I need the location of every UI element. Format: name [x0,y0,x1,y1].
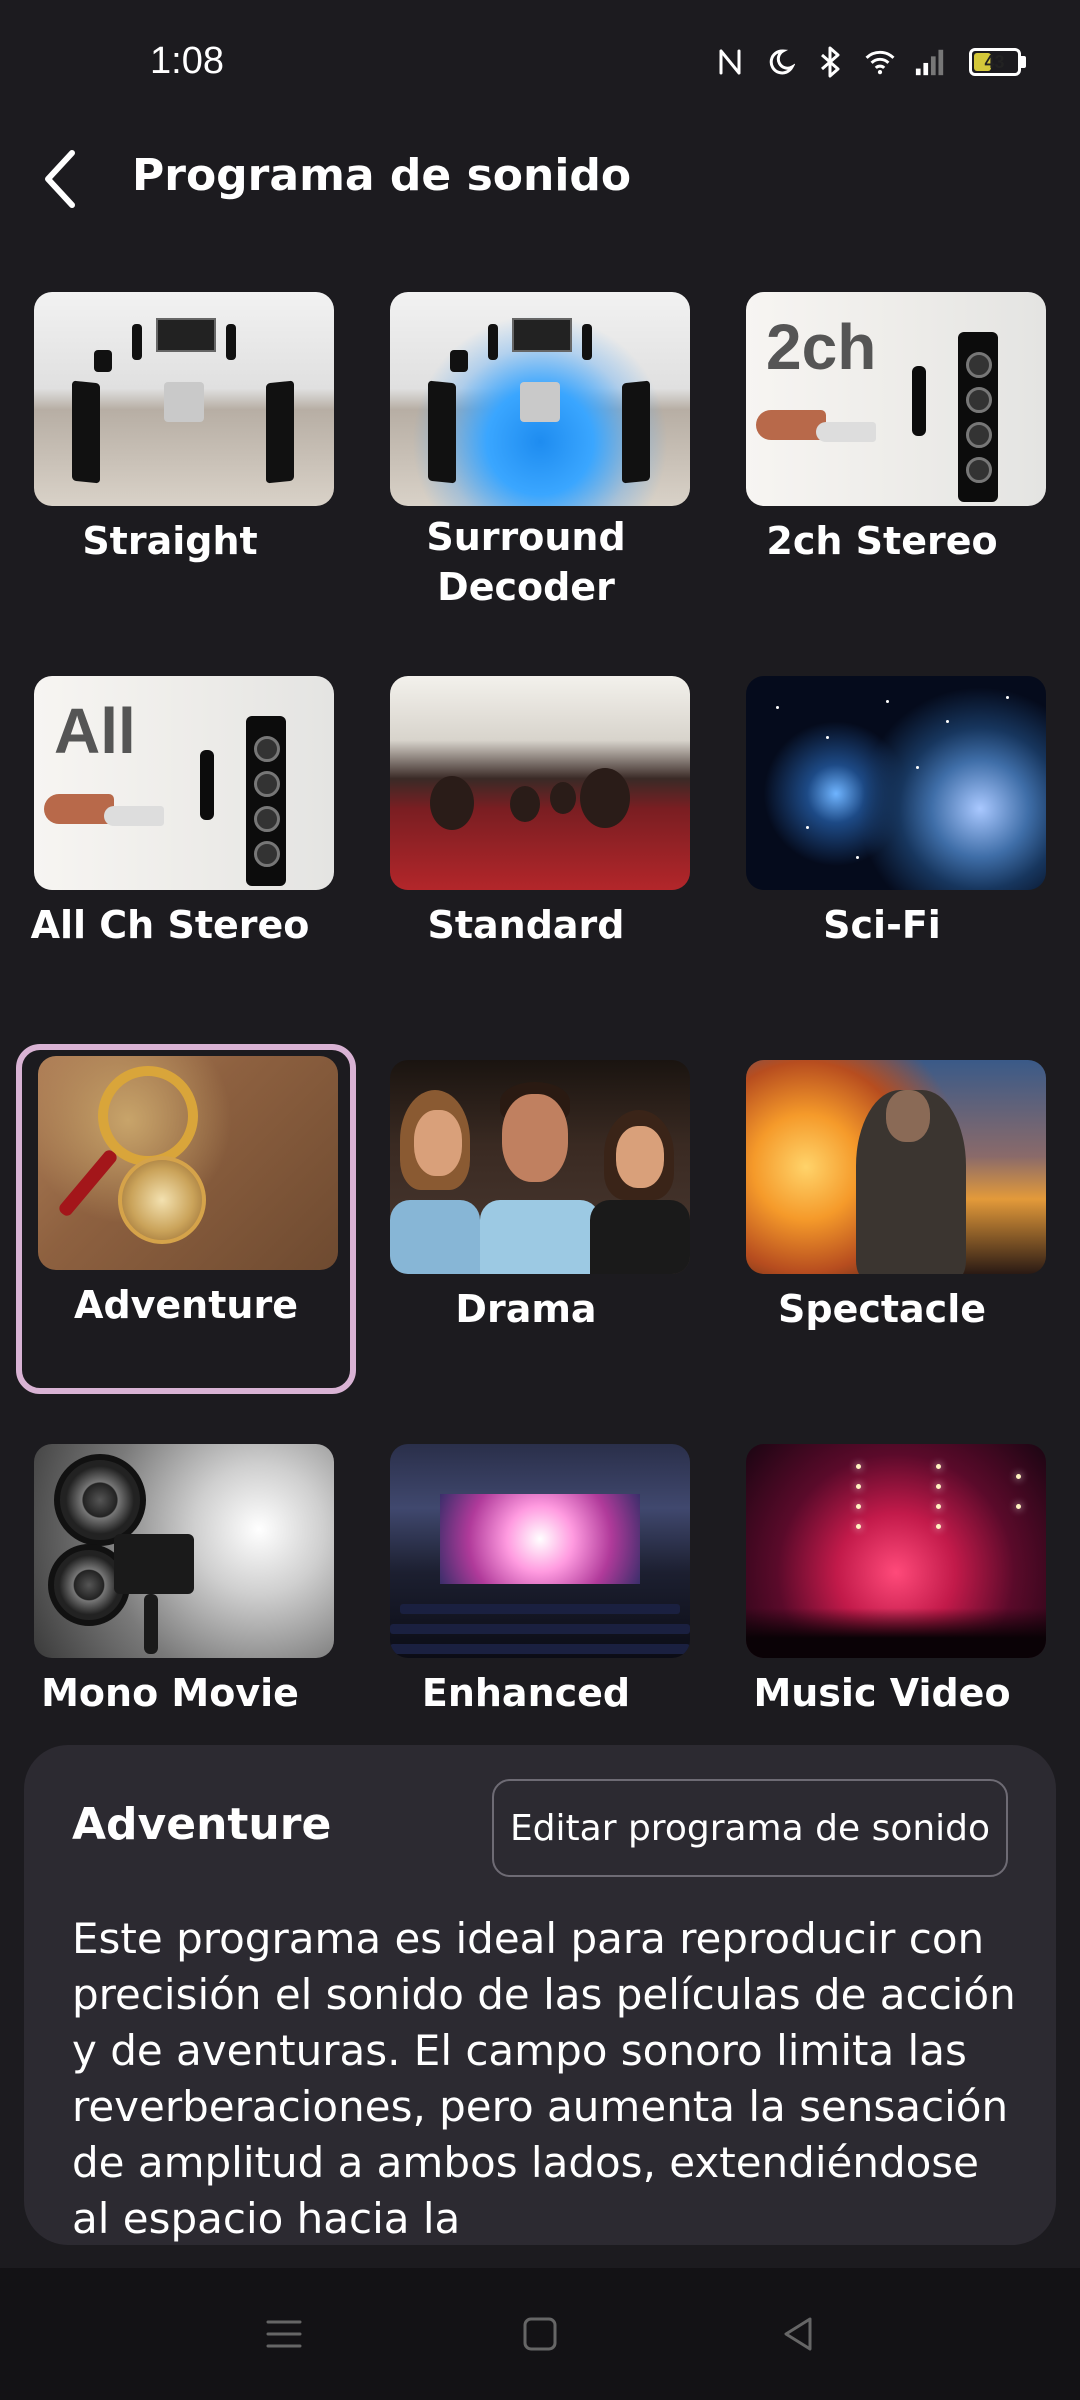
program-card-all-ch-stereo[interactable]: All All Ch Stereo [0,664,340,1014]
program-card-adventure[interactable]: Adventure [16,1044,356,1394]
program-label: Music Video [753,1671,1011,1715]
status-time: 1:08 [150,40,224,82]
program-description: Este programa es ideal para reproducir c… [72,1914,1016,2243]
program-card-2ch-stereo[interactable]: 2ch 2ch Stereo [712,280,1052,630]
program-thumbnail: All [34,676,334,890]
program-card-standard[interactable]: Standard [356,664,696,1014]
status-icons: 43 [714,45,1030,79]
program-thumbnail [390,1060,690,1274]
selected-program-title: Adventure [72,1799,332,1850]
menu-nav-button[interactable] [262,2312,306,2356]
program-thumbnail [34,292,334,506]
program-label: Adventure [74,1283,298,1327]
program-label: Straight [82,519,258,563]
program-thumbnail [746,676,1046,890]
triangle-back-icon [784,2317,812,2351]
program-label: Drama [455,1287,597,1331]
program-thumbnail [390,676,690,890]
bluetooth-icon [814,45,846,79]
moon-icon [764,45,796,79]
page-title: Programa de sonido [132,150,632,201]
edit-sound-program-button[interactable]: Editar programa de sonido [492,1779,1008,1877]
program-card-surround-decoder[interactable]: Surround Decoder [356,280,696,630]
program-label: 2ch Stereo [766,519,998,563]
program-card-music-video[interactable]: Music Video [712,1432,1052,1782]
program-label: Mono Movie [41,1671,299,1715]
program-thumbnail [38,1056,338,1270]
menu-icon [266,2320,302,2348]
back-nav-button[interactable] [776,2312,820,2356]
program-detail-sheet: Adventure Editar programa de sonido Este… [24,1745,1056,2245]
program-thumbnail [746,1444,1046,1658]
chevron-left-icon [45,150,75,208]
program-thumbnail [390,1444,690,1658]
nfc-icon [714,45,746,79]
program-thumbnail: 2ch [746,292,1046,506]
program-thumbnail [390,292,690,506]
battery-icon: 43 [964,45,1030,79]
program-card-sci-fi[interactable]: Sci-Fi [712,664,1052,1014]
program-label: Sci-Fi [823,903,941,947]
program-label: Spectacle [778,1287,986,1331]
system-nav-bar [0,2268,1080,2400]
program-thumbnail [34,1444,334,1658]
app-header: Programa de sonido [0,130,1080,230]
home-nav-button[interactable] [518,2312,562,2356]
thumbnail-text: 2ch [766,311,877,383]
square-icon [523,2317,557,2351]
program-thumbnail [746,1060,1046,1274]
signal-icon [914,45,946,79]
program-label: Standard [427,903,625,947]
program-card-straight[interactable]: Straight [0,280,340,630]
wifi-icon [864,45,896,79]
program-label: All Ch Stereo [30,903,310,947]
program-label: Surround Decoder [426,515,626,609]
thumbnail-text: All [54,695,136,767]
battery-level: 43 [984,51,1005,72]
status-bar: 1:08 43 [0,0,1080,130]
program-card-drama[interactable]: Drama [356,1048,696,1398]
program-card-enhanced[interactable]: Enhanced [356,1432,696,1782]
program-card-spectacle[interactable]: Spectacle [712,1048,1052,1398]
program-label: Enhanced [421,1671,631,1715]
back-button[interactable] [30,144,90,214]
program-card-mono-movie[interactable]: Mono Movie [0,1432,340,1782]
